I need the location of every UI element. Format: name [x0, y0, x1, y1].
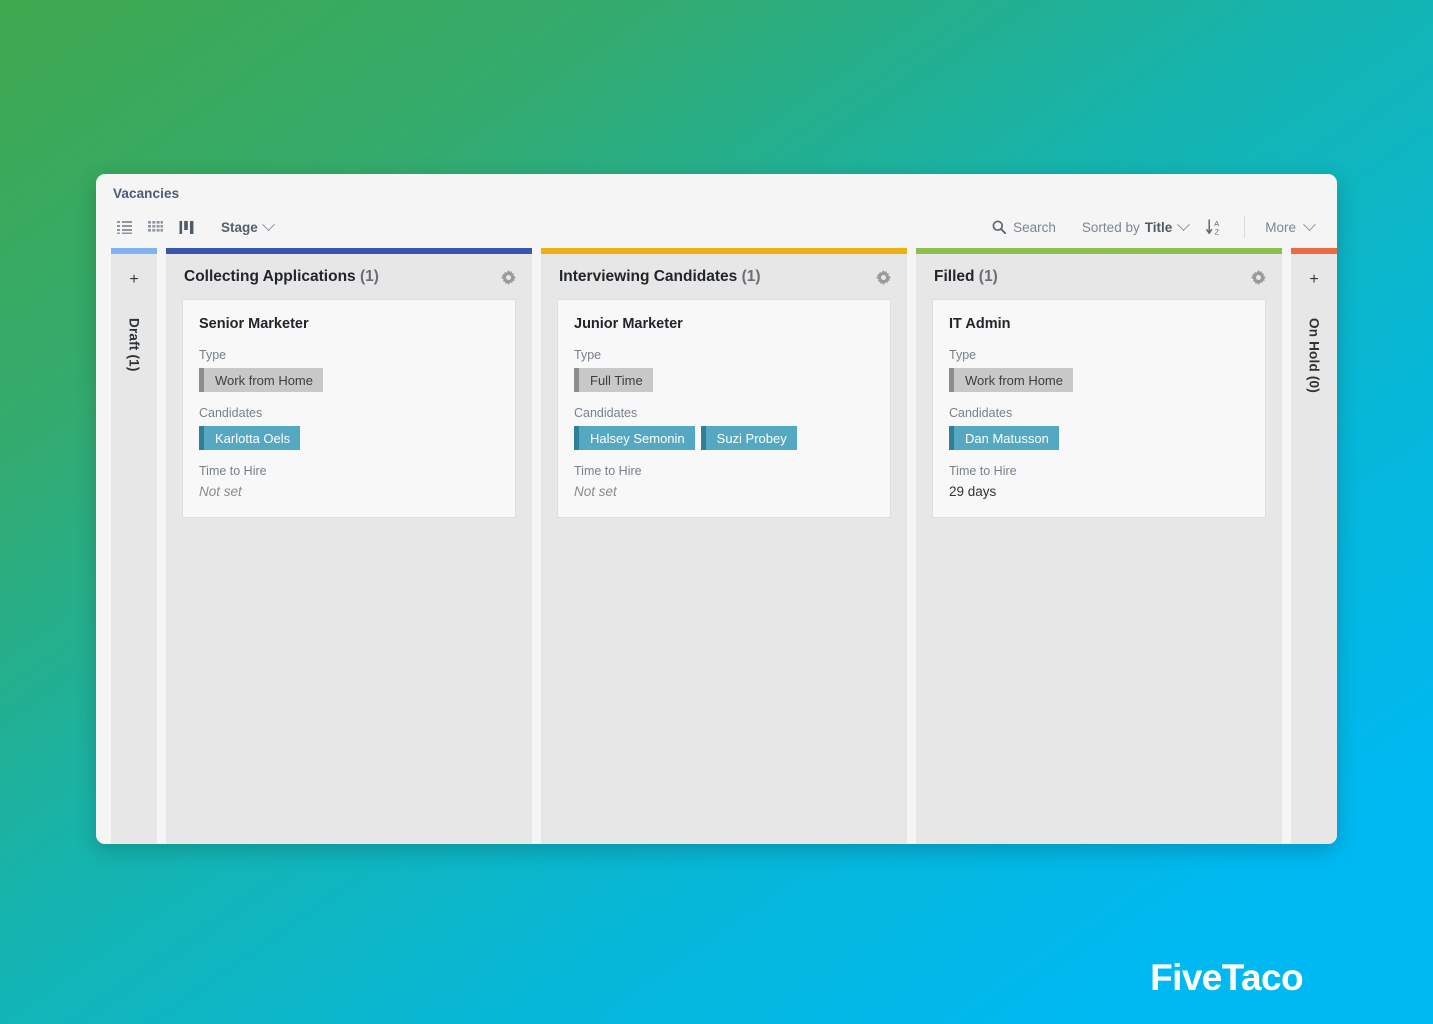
column-settings-gear-icon[interactable]	[498, 267, 518, 287]
chevron-down-icon	[261, 217, 275, 231]
stage-dropdown-label: Stage	[221, 219, 258, 235]
more-dropdown[interactable]: More	[1259, 216, 1320, 239]
time-to-hire-value: Not set	[574, 484, 617, 499]
brand-logo: FiveTaco	[1150, 957, 1303, 998]
toolbar-left-group: Stage	[110, 214, 277, 240]
sorted-by-label: Sorted by	[1081, 219, 1140, 235]
search-button[interactable]: Search	[986, 216, 1062, 239]
card-field-candidates: Candidates Dan Matusson	[949, 406, 1249, 450]
column-title-text: Interviewing Candidates	[559, 268, 738, 285]
field-label-time-to-hire: Time to Hire	[199, 464, 267, 478]
type-tag[interactable]: Work from Home	[949, 368, 1073, 392]
candidate-tag[interactable]: Dan Matusson	[949, 426, 1059, 450]
column-body: Senior Marketer Type Work from Home Cand…	[166, 299, 532, 844]
field-label-type: Type	[574, 348, 602, 362]
add-card-button[interactable]: +	[1309, 272, 1318, 288]
card-title: IT Admin	[949, 316, 1011, 332]
candidate-tag-row: Halsey Semonin Suzi Probey	[574, 426, 874, 450]
card-field-candidates: Candidates Karlotta Oels	[199, 406, 499, 450]
search-button-label: Search	[1013, 219, 1056, 235]
toolbar-right-group: Search Sorted by Title A Z More	[986, 215, 1320, 239]
field-label-candidates: Candidates	[949, 406, 1013, 420]
column-count: (1)	[741, 268, 761, 285]
toolbar-divider	[1244, 216, 1246, 238]
column-collecting-applications: Collecting Applications (1) Senior Marke…	[166, 248, 532, 844]
svg-text:Z: Z	[1215, 227, 1220, 236]
column-interviewing-candidates: Interviewing Candidates (1) Junior Marke…	[541, 248, 907, 844]
field-label-type: Type	[199, 348, 227, 362]
card-field-time-to-hire: Time to Hire 29 days	[949, 464, 1249, 499]
card-title: Junior Marketer	[574, 316, 683, 332]
column-on-hold-collapsed[interactable]: + On Hold (0)	[1291, 248, 1337, 844]
column-header: Collecting Applications (1)	[166, 254, 532, 299]
sort-alpha-ascending-icon[interactable]: A Z	[1202, 215, 1228, 239]
column-header: Interviewing Candidates (1)	[541, 254, 907, 299]
type-tag-row: Work from Home	[199, 368, 499, 392]
type-tag-row: Full Time	[574, 368, 874, 392]
column-count: (1)	[978, 268, 998, 285]
card-title: Senior Marketer	[199, 316, 309, 332]
column-body: IT Admin Type Work from Home Candidates …	[916, 299, 1282, 844]
card-field-type: Type Work from Home	[949, 348, 1249, 392]
field-label-time-to-hire: Time to Hire	[574, 464, 642, 478]
field-label-time-to-hire: Time to Hire	[949, 464, 1017, 478]
time-to-hire-value: 29 days	[949, 484, 997, 499]
app-window: Vacancies Stage Search Sorted by Title A…	[96, 174, 1337, 844]
chevron-down-icon	[1177, 217, 1191, 231]
column-body: Junior Marketer Type Full Time Candidate…	[541, 299, 907, 844]
candidate-tag-row: Dan Matusson	[949, 426, 1249, 450]
column-settings-gear-icon[interactable]	[873, 267, 893, 287]
card-field-type: Type Work from Home	[199, 348, 499, 392]
column-title-text: Filled	[934, 268, 975, 285]
vacancy-card[interactable]: Junior Marketer Type Full Time Candidate…	[557, 299, 891, 518]
list-view-icon[interactable]	[110, 214, 138, 240]
card-field-time-to-hire: Time to Hire Not set	[199, 464, 499, 499]
column-settings-gear-icon[interactable]	[1248, 267, 1268, 287]
type-tag-row: Work from Home	[949, 368, 1249, 392]
field-label-candidates: Candidates	[199, 406, 263, 420]
search-icon	[992, 220, 1007, 234]
field-label-candidates: Candidates	[574, 406, 638, 420]
candidate-tag[interactable]: Suzi Probey	[700, 426, 797, 450]
sorted-by-value: Title	[1144, 219, 1173, 235]
column-draft-collapsed[interactable]: + Draft (1)	[111, 248, 157, 844]
add-card-button[interactable]: +	[129, 272, 138, 288]
type-tag[interactable]: Full Time	[574, 368, 653, 392]
vacancy-card[interactable]: IT Admin Type Work from Home Candidates …	[932, 299, 1266, 518]
field-label-type: Type	[949, 348, 977, 362]
sorted-by-dropdown[interactable]: Sorted by Title	[1076, 216, 1194, 239]
candidate-tag[interactable]: Halsey Semonin	[574, 426, 695, 450]
window-title-bar: Vacancies	[96, 174, 1337, 206]
grid-view-icon[interactable]	[141, 214, 169, 240]
time-to-hire-value: Not set	[199, 484, 242, 499]
card-field-type: Type Full Time	[574, 348, 874, 392]
column-filled: Filled (1) IT Admin Type Work from Home …	[916, 248, 1282, 844]
card-field-candidates: Candidates Halsey Semonin Suzi Probey	[574, 406, 874, 450]
candidate-tag-row: Karlotta Oels	[199, 426, 499, 450]
vacancy-card[interactable]: Senior Marketer Type Work from Home Cand…	[182, 299, 516, 518]
more-dropdown-label: More	[1265, 219, 1296, 235]
column-title: Filled (1)	[934, 268, 1248, 286]
candidate-tag[interactable]: Karlotta Oels	[199, 426, 301, 450]
toolbar: Stage Search Sorted by Title A Z More	[96, 206, 1337, 248]
column-color-bar	[111, 248, 157, 254]
chevron-down-icon	[1303, 217, 1316, 231]
stage-dropdown[interactable]: Stage	[217, 217, 277, 238]
column-draft-label: Draft (1)	[126, 318, 142, 372]
column-title-text: Collecting Applications	[184, 268, 356, 285]
board-view-icon[interactable]	[172, 214, 200, 240]
kanban-board: + Draft (1) Collecting Applications (1)	[96, 248, 1337, 844]
column-on-hold-label: On Hold (0)	[1306, 318, 1322, 393]
column-color-bar	[1291, 248, 1337, 254]
page-title: Vacancies	[113, 186, 180, 201]
column-count: (1)	[359, 268, 379, 285]
card-field-time-to-hire: Time to Hire Not set	[574, 464, 874, 499]
column-header: Filled (1)	[916, 254, 1282, 299]
column-title: Interviewing Candidates (1)	[559, 268, 873, 286]
type-tag[interactable]: Work from Home	[199, 368, 323, 392]
column-title: Collecting Applications (1)	[184, 268, 498, 286]
